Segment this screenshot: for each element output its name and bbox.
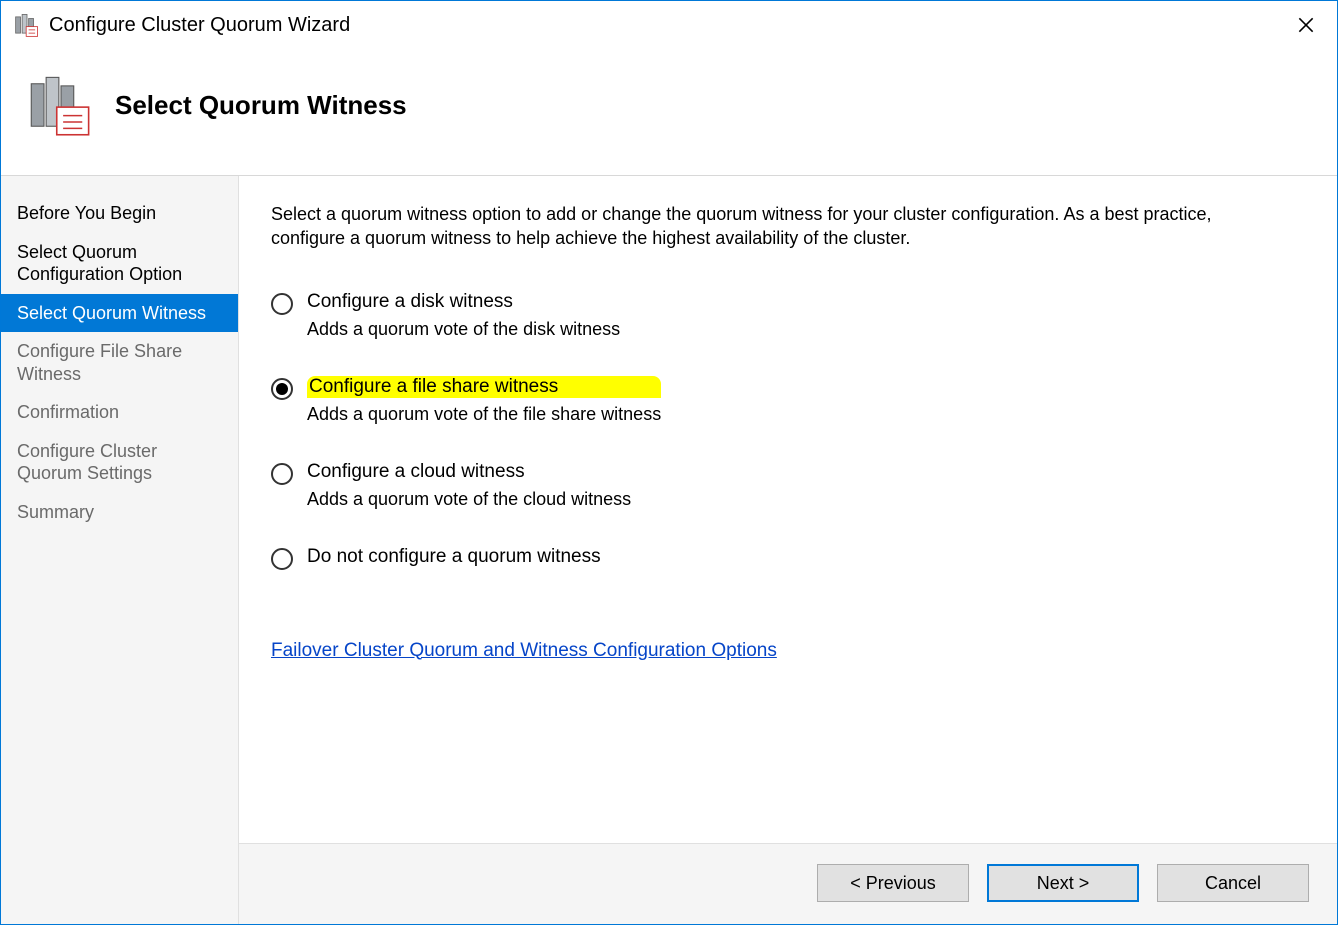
previous-button[interactable]: < Previous xyxy=(817,864,969,902)
step-before-you-begin[interactable]: Before You Begin xyxy=(1,194,238,233)
option-label: Do not configure a quorum witness xyxy=(307,546,601,568)
option-cloud-witness[interactable]: Configure a cloud witness Adds a quorum … xyxy=(271,461,1305,510)
option-description: Adds a quorum vote of the file share wit… xyxy=(307,404,661,425)
step-configure-file-share-witness[interactable]: Configure File Share Witness xyxy=(1,332,238,393)
option-label: Configure a file share witness xyxy=(307,376,661,398)
wizard-header: Select Quorum Witness xyxy=(1,49,1337,175)
window-title: Configure Cluster Quorum Wizard xyxy=(49,14,1283,37)
radio-cloud-witness[interactable] xyxy=(271,463,293,485)
step-configure-cluster-quorum-settings[interactable]: Configure Cluster Quorum Settings xyxy=(1,432,238,493)
radio-file-share-witness[interactable] xyxy=(271,378,293,400)
wizard-steps-sidebar: Before You Begin Select Quorum Configura… xyxy=(1,176,239,924)
radio-no-witness[interactable] xyxy=(271,548,293,570)
witness-options-group: Configure a disk witness Adds a quorum v… xyxy=(271,291,1305,570)
wizard-titlebar-icon xyxy=(13,11,41,39)
next-button[interactable]: Next > xyxy=(987,864,1139,902)
option-file-share-witness[interactable]: Configure a file share witness Adds a qu… xyxy=(271,376,1305,425)
option-description: Adds a quorum vote of the cloud witness xyxy=(307,489,631,510)
close-button[interactable] xyxy=(1283,9,1329,41)
option-description: Adds a quorum vote of the disk witness xyxy=(307,319,620,340)
wizard-footer: < Previous Next > Cancel xyxy=(239,843,1337,924)
step-select-quorum-config-option[interactable]: Select Quorum Configuration Option xyxy=(1,233,238,294)
wizard-content: Select a quorum witness option to add or… xyxy=(239,176,1337,924)
page-title: Select Quorum Witness xyxy=(115,90,407,121)
wizard-body: Before You Begin Select Quorum Configura… xyxy=(1,175,1337,924)
wizard-header-icon xyxy=(27,71,95,139)
cancel-button[interactable]: Cancel xyxy=(1157,864,1309,902)
option-disk-witness[interactable]: Configure a disk witness Adds a quorum v… xyxy=(271,291,1305,340)
step-confirmation[interactable]: Confirmation xyxy=(1,393,238,432)
option-label: Configure a disk witness xyxy=(307,291,620,313)
step-select-quorum-witness[interactable]: Select Quorum Witness xyxy=(1,294,238,333)
instruction-text: Select a quorum witness option to add or… xyxy=(271,202,1251,251)
help-link[interactable]: Failover Cluster Quorum and Witness Conf… xyxy=(271,640,777,662)
step-summary[interactable]: Summary xyxy=(1,493,238,532)
option-label: Configure a cloud witness xyxy=(307,461,631,483)
titlebar: Configure Cluster Quorum Wizard xyxy=(1,1,1337,49)
radio-disk-witness[interactable] xyxy=(271,293,293,315)
option-no-witness[interactable]: Do not configure a quorum witness xyxy=(271,546,1305,570)
